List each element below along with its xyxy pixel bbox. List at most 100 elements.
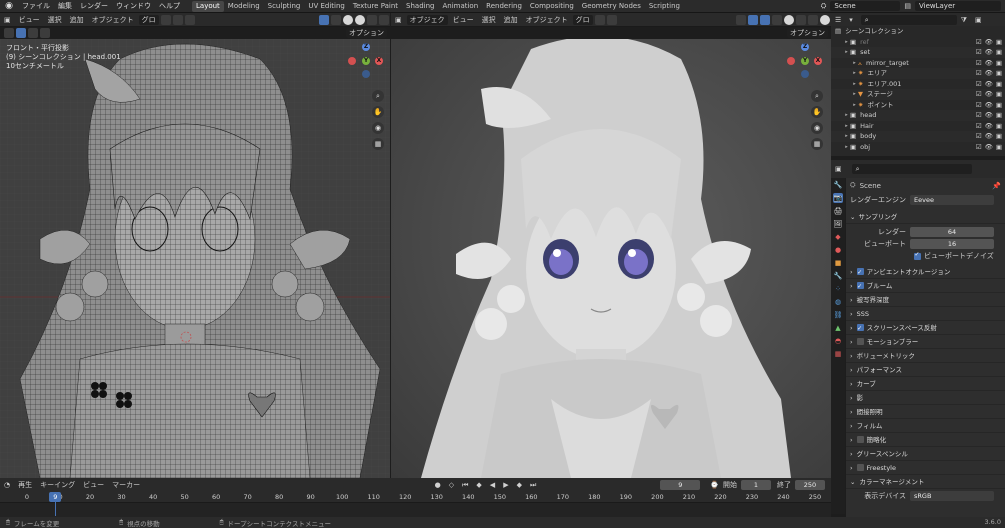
eye-icon[interactable]: 👁 — [985, 89, 993, 100]
right-zoom-icon[interactable]: ⌕ — [811, 90, 823, 102]
eye-icon[interactable]: 👁 — [985, 142, 993, 153]
properties-search-input[interactable]: ⌕ — [851, 164, 972, 174]
checkbox-icon[interactable]: ☑ — [976, 79, 982, 90]
viewport-denoise-checkbox[interactable] — [914, 251, 921, 260]
physics-tab-icon[interactable]: ◍ — [833, 297, 843, 307]
left-transform-orientation[interactable]: グロ — [138, 14, 159, 25]
camera-render-icon[interactable]: ▣ — [996, 47, 1002, 58]
expand-arrow-icon[interactable]: ▸ — [843, 47, 850, 58]
timeline-menu-marker[interactable]: マーカー — [109, 480, 143, 490]
checkbox-icon[interactable]: ☑ — [976, 58, 982, 69]
right-transform-orientation[interactable]: グロ — [572, 14, 593, 25]
timeline-menu-keying[interactable]: キーイング — [37, 480, 78, 490]
right-menu-select[interactable]: 選択 — [479, 15, 499, 25]
expand-arrow-icon[interactable]: ▸ — [851, 89, 858, 100]
tab-animation[interactable]: Animation — [438, 1, 482, 12]
outliner-row[interactable]: ▸ ▣ obj ☑ 👁 ▣ — [831, 142, 1005, 153]
right-mode-selector[interactable]: オブジェク — [406, 14, 448, 25]
checkbox-icon[interactable]: ☑ — [976, 110, 982, 121]
shading-wire-icon[interactable] — [343, 14, 353, 25]
camera-render-icon[interactable]: ▣ — [996, 37, 1002, 48]
menu-window[interactable]: ウィンドウ — [112, 0, 155, 13]
tab-geometry-nodes[interactable]: Geometry Nodes — [578, 1, 645, 12]
outliner-row[interactable]: ▸ ⟑ mirror_target ☑ 👁 ▣ — [831, 58, 1005, 69]
right-shading-solid-icon[interactable] — [796, 14, 806, 25]
outliner-row[interactable]: ▸ ▣ body ☑ 👁 ▣ — [831, 131, 1005, 142]
jump-end-icon[interactable]: ⏭ — [527, 480, 539, 490]
gizmo-z-icon[interactable]: Z — [362, 43, 370, 51]
right-gizmo-neg-x-icon[interactable] — [787, 57, 795, 65]
tab-texture-paint[interactable]: Texture Paint — [349, 1, 402, 12]
menu-file[interactable]: ファイル — [18, 0, 54, 13]
camera-render-icon[interactable]: ▣ — [996, 121, 1002, 132]
section-enable-checkbox[interactable] — [856, 464, 864, 471]
tab-modeling[interactable]: Modeling — [224, 1, 264, 12]
play-icon[interactable]: ▶ — [500, 480, 511, 490]
outliner-new-collection-icon[interactable]: ▣ — [972, 15, 985, 25]
eye-icon[interactable]: 👁 — [985, 47, 993, 58]
right-pivot-icon[interactable] — [594, 14, 605, 25]
particles-tab-icon[interactable]: ⁘ — [833, 284, 843, 294]
eye-icon[interactable]: 👁 — [985, 100, 993, 111]
right-shading-wire-icon[interactable] — [784, 14, 794, 25]
scene-tab-icon[interactable]: ◆ — [833, 232, 843, 242]
data-tab-icon[interactable]: ▲ — [833, 323, 843, 333]
right-gizmo-y-icon[interactable]: Y — [801, 57, 809, 65]
checkbox-icon[interactable]: ☑ — [976, 142, 982, 153]
checkbox-icon[interactable]: ☑ — [976, 47, 982, 58]
right-gizmo-icon[interactable] — [748, 14, 758, 25]
shading-render-icon[interactable] — [379, 14, 389, 25]
right-3d-viewport[interactable]: Z Y X ⌕ ✋ ◉ ▦ — [391, 39, 831, 478]
checkbox-icon[interactable]: ☑ — [976, 131, 982, 142]
zoom-icon[interactable]: ⌕ — [372, 90, 384, 102]
render-section-header[interactable]: ⌄ カラーマネージメント — [846, 475, 1005, 489]
camera-render-icon[interactable]: ▣ — [996, 131, 1002, 142]
grid-toggle-icon[interactable]: ▦ — [372, 138, 384, 150]
outliner-row[interactable]: ▸ ▣ ref ☑ 👁 ▣ — [831, 37, 1005, 48]
outliner-row[interactable]: ▸ ▣ set ☑ 👁 ▣ — [831, 47, 1005, 58]
right-camera-icon[interactable]: ◉ — [811, 122, 823, 134]
navigation-gizmo[interactable]: Z Y X — [348, 43, 384, 79]
render-section-header[interactable]: › カーブ — [846, 377, 1005, 391]
section-enable-checkbox[interactable] — [856, 338, 864, 345]
right-xray-icon[interactable] — [772, 14, 782, 25]
sampling-viewport-field[interactable]: 16 — [910, 239, 994, 249]
object-tab-icon[interactable]: ■ — [833, 258, 843, 268]
outliner-scene-collection[interactable]: ▤ シーンコレクション — [831, 26, 1005, 37]
outliner-search-input[interactable]: ⌕ — [860, 14, 957, 25]
outliner-row[interactable]: ▸ ✷ エリア ☑ 👁 ▣ — [831, 68, 1005, 79]
tab-scripting[interactable]: Scripting — [645, 1, 684, 12]
left-menu-view[interactable]: ビュー — [16, 15, 43, 25]
right-shading-render-icon[interactable] — [820, 14, 830, 25]
material-tab-icon[interactable]: ◓ — [833, 336, 843, 346]
overlay-icon[interactable] — [319, 14, 329, 25]
select-extend-icon[interactable] — [28, 28, 38, 38]
end-frame-field[interactable]: 250 — [795, 479, 825, 490]
editor-type-icon[interactable]: ▣ — [1, 15, 14, 25]
section-enable-checkbox[interactable] — [856, 436, 864, 443]
output-tab-icon[interactable]: 🖨 — [833, 206, 843, 216]
render-section-header[interactable]: › フィルム — [846, 419, 1005, 433]
checkbox-icon[interactable]: ☑ — [976, 68, 982, 79]
render-section-header[interactable]: › スクリーンスペース反射 — [846, 321, 1005, 336]
gizmo-neg-z-icon[interactable] — [362, 70, 370, 78]
gizmo-y-icon[interactable]: Y — [362, 57, 370, 65]
render-section-header[interactable]: › Freestyle — [846, 461, 1005, 475]
outliner-row[interactable]: ▸ ✷ ポイント ☑ 👁 ▣ — [831, 100, 1005, 111]
outliner-row[interactable]: ▸ ▣ Hair ☑ 👁 ▣ — [831, 121, 1005, 132]
eye-icon[interactable]: 👁 — [985, 110, 993, 121]
right-menu-object[interactable]: オブジェクト — [523, 15, 571, 25]
tab-rendering[interactable]: Rendering — [482, 1, 526, 12]
current-frame-field[interactable]: 9 — [660, 479, 701, 490]
menu-edit[interactable]: 編集 — [54, 0, 76, 13]
proportional-icon[interactable] — [184, 14, 195, 25]
render-section-header[interactable]: › グリースペンシル — [846, 447, 1005, 461]
expand-arrow-icon[interactable]: ▸ — [843, 121, 850, 132]
render-section-header[interactable]: › モーションブラー — [846, 335, 1005, 349]
camera-icon[interactable]: ◉ — [372, 122, 384, 134]
render-section-header[interactable]: › 簡略化 — [846, 433, 1005, 447]
eye-icon[interactable]: 👁 — [985, 131, 993, 142]
right-visibility-icon[interactable] — [736, 14, 746, 25]
expand-arrow-icon[interactable]: ▸ — [843, 131, 850, 142]
camera-render-icon[interactable]: ▣ — [996, 142, 1002, 153]
